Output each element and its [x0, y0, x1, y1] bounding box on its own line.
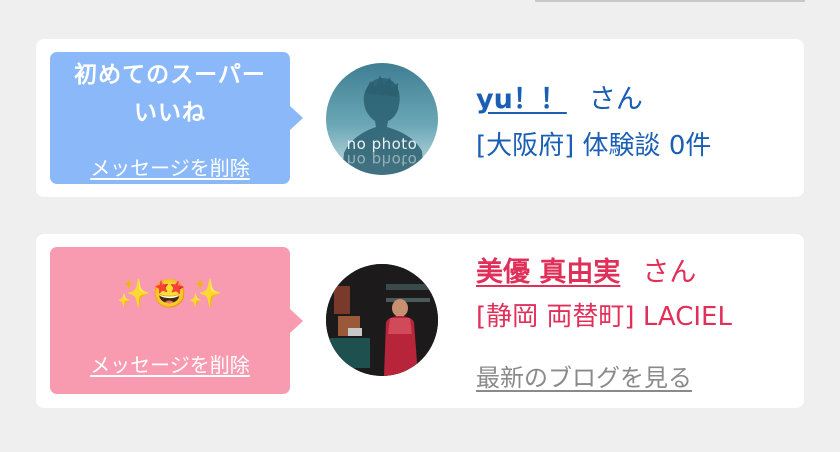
user-name-link[interactable]: 美優 真由実	[476, 257, 620, 288]
avatar[interactable]	[326, 264, 438, 376]
no-photo-reflection: no photo	[346, 151, 418, 169]
divider-line	[535, 0, 805, 2]
honorific: さん	[588, 84, 643, 115]
message-bubble: 初めてのスーパー いいね メッセージを削除	[50, 52, 303, 184]
delete-message-link[interactable]: メッセージを削除	[50, 349, 290, 378]
honorific: さん	[642, 257, 697, 288]
avatar[interactable]: no photo no photo	[326, 63, 438, 175]
message-bubble: ✨🤩✨ メッセージを削除	[50, 247, 303, 394]
delete-message-link[interactable]: メッセージを削除	[50, 152, 290, 181]
shop-subtitle[interactable]: [静岡 両替町] LACIEL	[476, 296, 732, 333]
message-text: 初めてのスーパー いいね	[74, 62, 266, 126]
view-blog-link[interactable]: 最新のブログを見る	[476, 358, 692, 393]
user-name-row: yu！！ さん	[476, 77, 643, 116]
like-card: 初めてのスーパー いいね メッセージを削除 no photo no photo …	[36, 39, 804, 197]
user-subtitle: [大阪府] 体験談 0件	[476, 131, 712, 161]
like-card: ✨🤩✨ メッセージを削除 美優 真由実 さん [静岡 両替町] LACIEL 最新…	[36, 234, 804, 408]
profile-photo	[326, 264, 438, 376]
user-name-link[interactable]: yu！！	[476, 84, 567, 115]
message-emoji: ✨🤩✨	[116, 277, 224, 310]
user-name-row: 美優 真由実 さん	[476, 250, 696, 289]
